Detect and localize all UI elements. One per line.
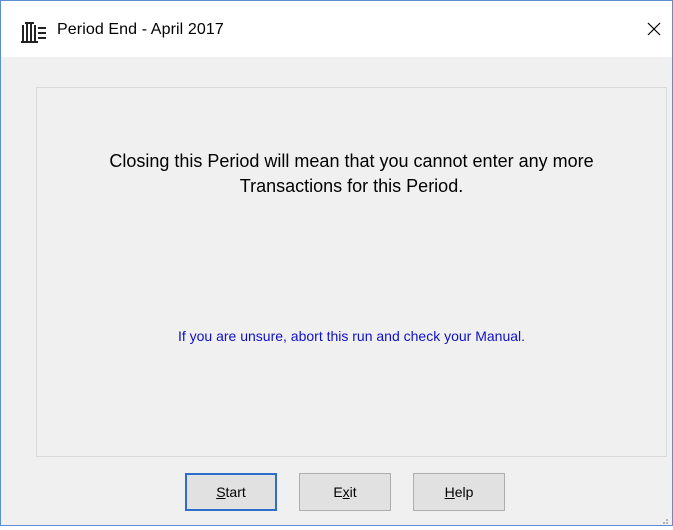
main-message-line-1: Closing this Period will mean that you c… bbox=[109, 151, 594, 171]
title-bar[interactable]: Period End - April 2017 bbox=[1, 1, 672, 57]
start-mnemonic: S bbox=[216, 484, 226, 500]
main-message-line-2: Transactions for this Period. bbox=[239, 176, 464, 196]
building-columns-icon bbox=[21, 22, 47, 44]
exit-label-rest: it bbox=[349, 484, 357, 500]
dialog-window: Period End - April 2017 Closing this Per… bbox=[0, 0, 673, 526]
window-title: Period End - April 2017 bbox=[57, 21, 224, 38]
resize-grip-icon[interactable] bbox=[659, 512, 669, 524]
message-panel: Closing this Period will mean that you c… bbox=[36, 87, 667, 457]
help-button[interactable]: Help bbox=[413, 473, 505, 511]
main-message: Closing this Period will mean that you c… bbox=[37, 149, 666, 199]
exit-button[interactable]: Ex it bbox=[299, 473, 391, 511]
warning-message: If you are unsure, abort this run and ch… bbox=[177, 328, 526, 344]
help-label-rest: elp bbox=[454, 484, 474, 500]
exit-mnemonic: x bbox=[342, 484, 350, 500]
close-button[interactable] bbox=[637, 15, 671, 47]
help-mnemonic: H bbox=[444, 484, 455, 500]
close-icon bbox=[646, 21, 662, 42]
exit-label-pre: E bbox=[333, 484, 343, 500]
start-label-rest: tart bbox=[225, 484, 246, 500]
start-button[interactable]: Start bbox=[185, 473, 277, 511]
